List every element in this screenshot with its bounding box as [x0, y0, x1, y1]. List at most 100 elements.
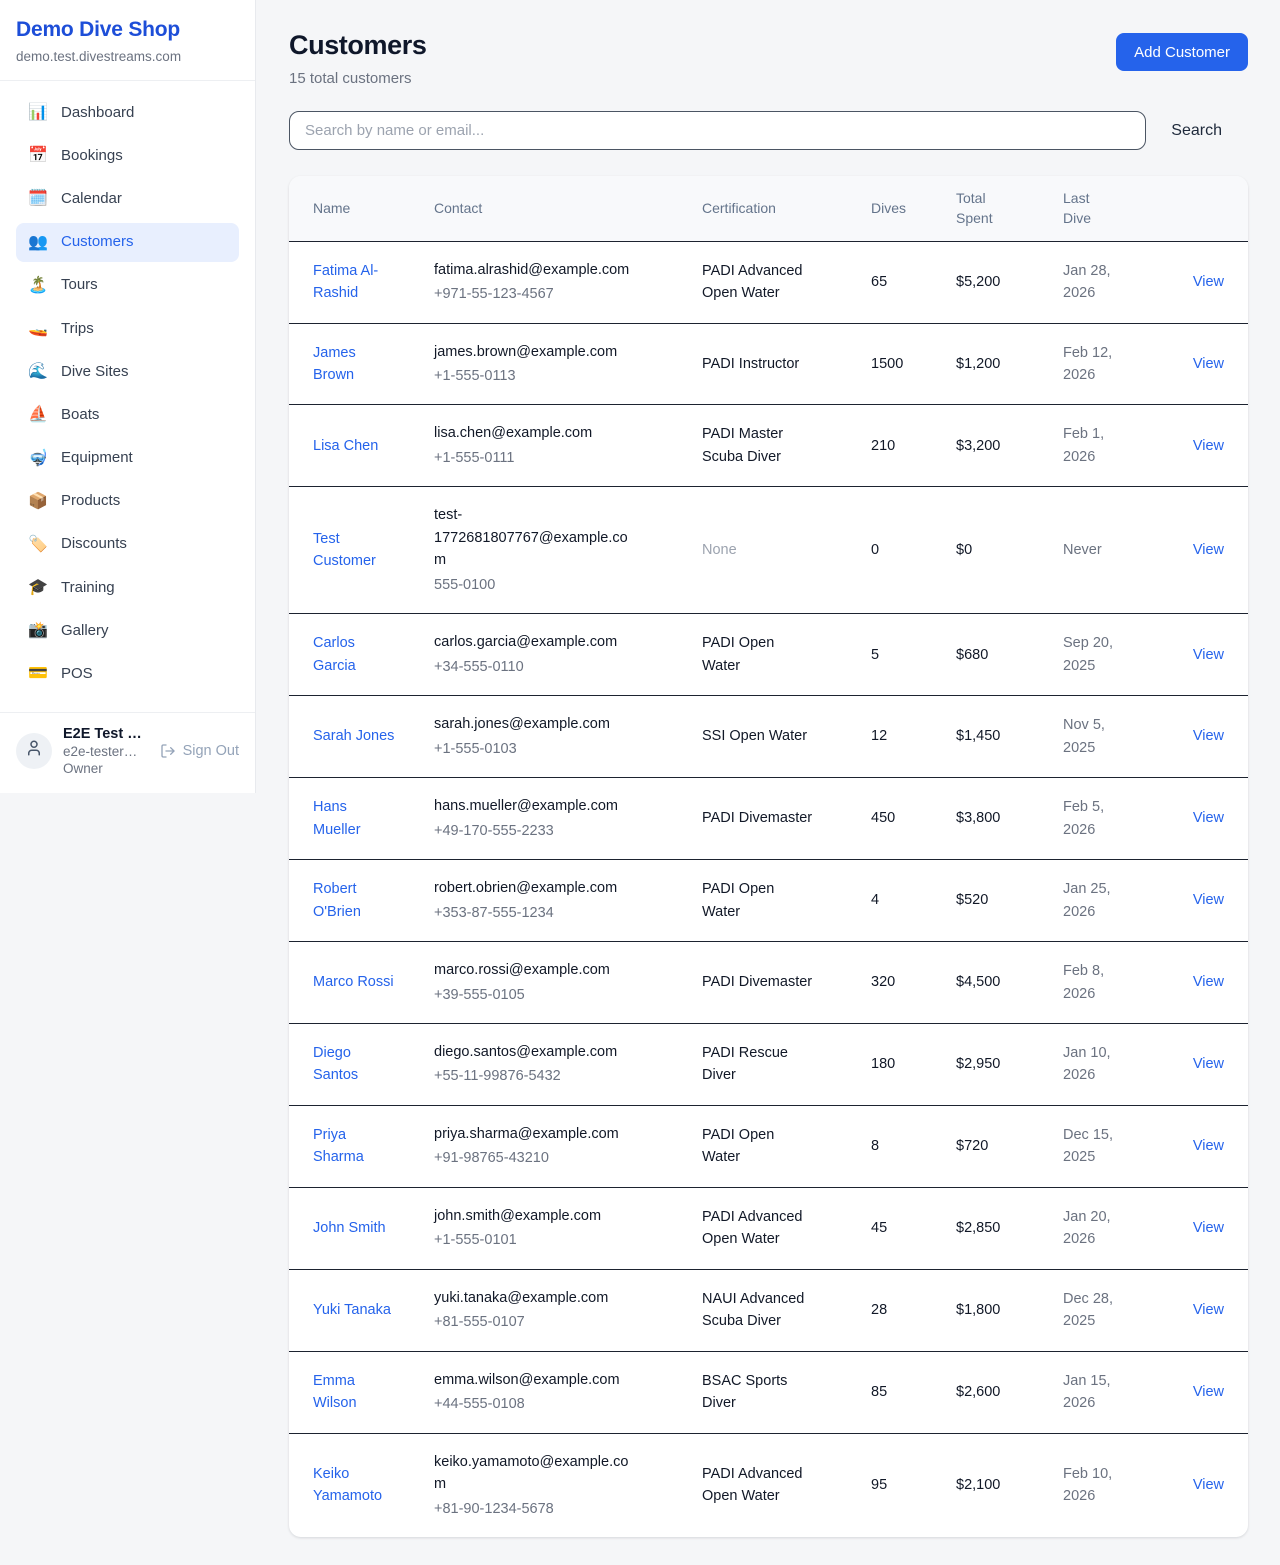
view-customer-link[interactable]: View	[1193, 1138, 1224, 1154]
view-customer-link[interactable]: View	[1193, 1056, 1224, 1072]
sidebar-item-dashboard[interactable]: 📊Dashboard	[16, 93, 239, 132]
column-header-name: Name	[289, 176, 434, 241]
sidebar-item-label: Dashboard	[61, 104, 134, 122]
customer-email: yuki.tanaka@example.com	[434, 1287, 634, 1309]
customer-certification: PADI Advanced Open Water	[702, 1463, 814, 1508]
sidebar-item-gallery[interactable]: 📸Gallery	[16, 611, 239, 650]
view-customer-link[interactable]: View	[1193, 1384, 1224, 1400]
pos-icon: 💳	[28, 664, 48, 683]
customer-last-dive: Feb 1, 2026	[1063, 423, 1117, 468]
sidebar-item-trips[interactable]: 🚤Trips	[16, 309, 239, 348]
column-header-contact: Contact	[434, 176, 702, 241]
customer-name-link[interactable]: Emma Wilson	[313, 1370, 397, 1415]
customer-certification: SSI Open Water	[702, 725, 807, 747]
sidebar-item-bookings[interactable]: 📅 Bookings	[16, 136, 239, 175]
customer-name-link[interactable]: Robert O'Brien	[313, 878, 397, 923]
table-row: Robert O'Brienrobert.obrien@example.com+…	[289, 860, 1248, 942]
customer-name-link[interactable]: Test Customer	[313, 528, 397, 573]
customer-certification: PADI Instructor	[702, 353, 799, 375]
customer-total-spent: $680	[956, 614, 1063, 696]
sidebar-item-discounts[interactable]: 🏷️Discounts	[16, 525, 239, 564]
customer-last-dive: Dec 28, 2025	[1063, 1288, 1117, 1333]
search-input[interactable]	[289, 111, 1146, 150]
sidebar-item-boats[interactable]: ⛵Boats	[16, 395, 239, 434]
customer-last-dive: Jan 10, 2026	[1063, 1042, 1117, 1087]
view-customer-link[interactable]: View	[1193, 974, 1224, 990]
customer-name-link[interactable]: Carlos Garcia	[313, 632, 397, 677]
customer-name-link[interactable]: James Brown	[313, 342, 397, 387]
table-row: Hans Muellerhans.mueller@example.com+49-…	[289, 778, 1248, 860]
user-email: e2e-tester@...	[63, 744, 149, 759]
view-customer-link[interactable]: View	[1193, 810, 1224, 826]
sidebar-item-training[interactable]: 🎓Training	[16, 568, 239, 607]
customer-name-link[interactable]: Lisa Chen	[313, 435, 378, 457]
sidebar-item-label: Trips	[61, 320, 94, 338]
customer-certification: PADI Open Water	[702, 632, 814, 677]
customer-name-link[interactable]: Keiko Yamamoto	[313, 1463, 397, 1508]
sidebar-item-label: Dive Sites	[61, 363, 129, 381]
customer-last-dive: Jan 25, 2026	[1063, 878, 1117, 923]
customer-dives: 28	[871, 1269, 956, 1351]
sidebar-item-products[interactable]: 📦Products	[16, 482, 239, 521]
view-customer-link[interactable]: View	[1193, 438, 1224, 454]
sidebar-item-label: Bookings	[61, 147, 123, 165]
add-customer-button[interactable]: Add Customer	[1116, 33, 1248, 71]
customer-last-dive: Feb 12, 2026	[1063, 342, 1117, 387]
sidebar-item-tours[interactable]: 🏝️ Tours	[16, 266, 239, 305]
customer-name-link[interactable]: Sarah Jones	[313, 725, 394, 747]
sidebar-item-customers[interactable]: 👥Customers	[16, 223, 239, 262]
customers-table: NameContactCertificationDivesTotal Spent…	[289, 176, 1248, 1537]
view-customer-link[interactable]: View	[1193, 1220, 1224, 1236]
customer-total-spent: $1,450	[956, 696, 1063, 778]
column-header-dives: Dives	[871, 176, 956, 241]
customer-last-dive: Never	[1063, 539, 1102, 561]
sidebar-item-dive-sites[interactable]: 🌊Dive Sites	[16, 352, 239, 391]
customer-total-spent: $2,100	[956, 1433, 1063, 1537]
customer-certification: PADI Open Water	[702, 1124, 814, 1169]
customer-name-link[interactable]: John Smith	[313, 1217, 386, 1239]
view-customer-link[interactable]: View	[1193, 728, 1224, 744]
customer-name-link[interactable]: Hans Mueller	[313, 796, 397, 841]
customer-dives: 180	[871, 1023, 956, 1105]
view-customer-link[interactable]: View	[1193, 356, 1224, 372]
equipment-icon: 🤿	[28, 449, 48, 468]
search-bar: Search	[289, 111, 1248, 150]
sidebar-item-pos[interactable]: 💳POS	[16, 654, 239, 693]
customer-dives: 5	[871, 614, 956, 696]
customer-dives: 4	[871, 860, 956, 942]
customers-table-card: NameContactCertificationDivesTotal Spent…	[289, 176, 1248, 1537]
sidebar-item-label: Boats	[61, 406, 99, 424]
table-row: Marco Rossimarco.rossi@example.com+39-55…	[289, 942, 1248, 1024]
sidebar-item-label: Tours	[61, 276, 98, 294]
customer-certification: PADI Divemaster	[702, 807, 812, 829]
bookings-icon: 📅	[28, 146, 48, 165]
sign-out-button[interactable]: Sign Out	[160, 743, 239, 759]
customer-name-link[interactable]: Yuki Tanaka	[313, 1299, 391, 1321]
tours-icon: 🏝️	[28, 276, 48, 295]
view-customer-link[interactable]: View	[1193, 274, 1224, 290]
customer-name-link[interactable]: Diego Santos	[313, 1042, 397, 1087]
view-customer-link[interactable]: View	[1193, 647, 1224, 663]
sign-out-label: Sign Out	[183, 743, 239, 759]
customer-total-spent: $4,500	[956, 942, 1063, 1024]
customer-name-link[interactable]: Priya Sharma	[313, 1124, 397, 1169]
sidebar-item-equipment[interactable]: 🤿Equipment	[16, 439, 239, 478]
customer-last-dive: Nov 5, 2025	[1063, 714, 1117, 759]
customer-name-link[interactable]: Fatima Al-Rashid	[313, 260, 397, 305]
search-button[interactable]: Search	[1146, 122, 1248, 140]
shop-subdomain: demo.test.divestreams.com	[16, 49, 239, 64]
table-row: Yuki Tanakayuki.tanaka@example.com+81-55…	[289, 1269, 1248, 1351]
customer-email: test-1772681807767@example.com	[434, 504, 634, 571]
customer-email: priya.sharma@example.com	[434, 1123, 634, 1145]
customer-name-link[interactable]: Marco Rossi	[313, 971, 394, 993]
view-customer-link[interactable]: View	[1193, 892, 1224, 908]
table-row: John Smithjohn.smith@example.com+1-555-0…	[289, 1187, 1248, 1269]
view-customer-link[interactable]: View	[1193, 542, 1224, 558]
view-customer-link[interactable]: View	[1193, 1302, 1224, 1318]
sidebar-item-calendar[interactable]: 🗓️Calendar	[16, 179, 239, 218]
customer-email: emma.wilson@example.com	[434, 1369, 634, 1391]
view-customer-link[interactable]: View	[1193, 1477, 1224, 1493]
sidebar-item-label: Training	[61, 579, 115, 597]
customer-phone: +353-87-555-1234	[434, 902, 688, 924]
customer-phone: +34-555-0110	[434, 656, 688, 678]
